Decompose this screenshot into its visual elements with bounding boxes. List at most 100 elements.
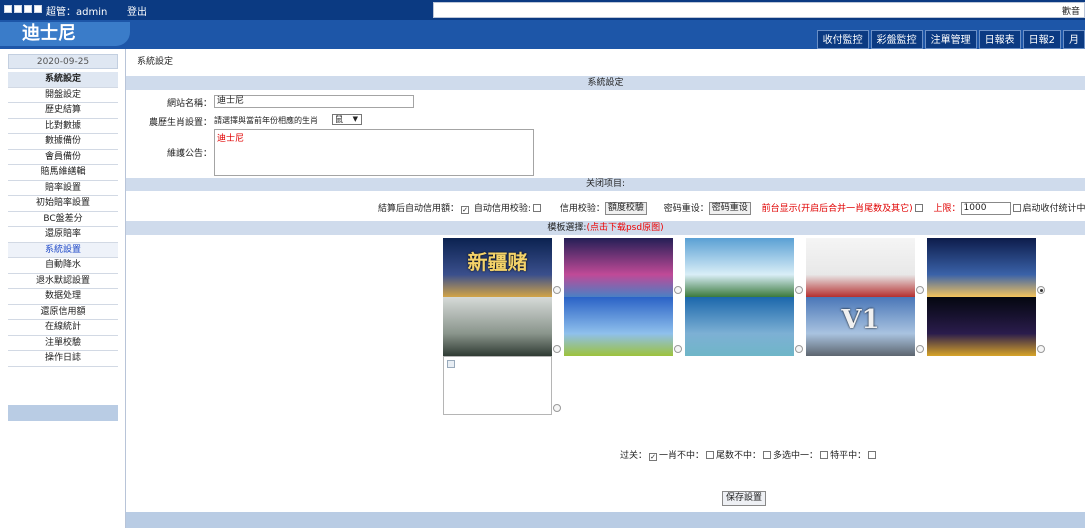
template-thumbnail[interactable] (927, 297, 1036, 356)
nav-tab[interactable]: 收付監控 (816, 30, 869, 49)
template-radio[interactable] (674, 345, 682, 353)
auto-credit-checkbox[interactable]: ✓ (461, 206, 470, 214)
notice-textarea[interactable]: 迪士尼 (214, 129, 534, 176)
guoguan-checkbox[interactable] (706, 451, 715, 459)
template-thumbnail[interactable]: 新疆赌 (443, 238, 552, 297)
template-radio[interactable] (553, 404, 561, 412)
guoguan-label: 过关： (620, 451, 648, 461)
sidebar-item[interactable]: 會員備份 (8, 150, 118, 165)
guoguan-checkbox[interactable] (868, 451, 877, 459)
guoguan-option-label: 多选中一： (773, 451, 819, 461)
sidebar-item[interactable]: 開盤設定 (8, 88, 118, 103)
guoguan-option-label: 一肖不中： (659, 451, 705, 461)
auto-credit-label: 結算后自动信用額： (378, 204, 460, 214)
zodiac-value: 鼠 (335, 115, 343, 124)
top-bar: 超管：admin 登出 歡音 (0, 0, 1085, 20)
main-content: 系統設定 系統設定 網站名稱： 迪士尼 農歷生肖設置： 請選擇與當前年份相應的生… (126, 49, 1085, 528)
template-thumbnail[interactable] (927, 238, 1036, 297)
sidebar-item[interactable]: 操作日誌 (8, 351, 118, 367)
template-thumbnail[interactable]: V1 (806, 297, 915, 356)
guoguan-option-label: 尾数不中： (716, 451, 762, 461)
window-square-icon (4, 5, 12, 13)
password-reset-label: 密码重设： (663, 204, 709, 214)
sidebar-item[interactable]: 賠率設置 (8, 181, 118, 196)
nav-tab[interactable]: 日報表 (978, 30, 1021, 49)
template-radio[interactable] (795, 345, 803, 353)
marquee-ticker: 歡音 (433, 2, 1085, 18)
template-thumbnail[interactable] (685, 238, 794, 297)
sidebar-item[interactable]: 還原賠率 (8, 227, 118, 243)
sidebar-heading: 系統設定 (8, 72, 118, 88)
guoguan-checkbox[interactable] (820, 451, 829, 459)
auto-stat-checkbox[interactable] (1012, 204, 1021, 212)
sidebar-item[interactable]: 系統設置 (8, 242, 118, 258)
sidebar-item[interactable]: 比對數據 (8, 119, 118, 134)
header: 迪士尼 收付監控 彩盤監控 注單管理 日報表 日報2 月 (0, 20, 1085, 49)
logo: 迪士尼 (0, 22, 130, 46)
sidebar-item[interactable]: 歷史結算 (8, 103, 118, 119)
guoguan-checkbox[interactable]: ✓ (649, 453, 658, 461)
password-reset-button[interactable]: 密码重设 (708, 202, 751, 215)
template-radio[interactable] (1037, 345, 1045, 353)
template-radio[interactable] (795, 286, 803, 294)
sidebar-item[interactable]: 退水默認設置 (8, 274, 118, 289)
template-radio[interactable] (916, 286, 924, 294)
window-square-icon (14, 5, 22, 13)
template-title: 模板選擇: (547, 223, 587, 233)
logout-link[interactable]: 登出 (127, 3, 147, 18)
broken-image-icon (447, 360, 455, 368)
sidebar-footer (8, 405, 118, 421)
credit-check-button[interactable]: 額度校驗 (604, 202, 647, 215)
template-thumbnail[interactable] (443, 356, 552, 415)
zodiac-hint: 請選擇與當前年份相應的生肖 (214, 116, 318, 125)
sidebar-item[interactable]: 数据处理 (8, 289, 118, 305)
sidebar-item[interactable]: 在線統計 (8, 320, 118, 336)
nav-tab[interactable]: 彩盤監控 (870, 30, 923, 49)
sidebar: 2020-09-25 系統設定 開盤設定 歷史結算 比對數據 數據備份 會員備份 賠馬維繕輯… (0, 49, 126, 528)
template-logo-text: V1 (841, 305, 880, 335)
nav-tab[interactable]: 注單管理 (924, 30, 977, 49)
template-thumbnail[interactable] (564, 238, 673, 297)
guoguan-row: 过关： ✓ 一肖不中： 尾数不中： 多选中一： 特平中： (620, 448, 878, 461)
sidebar-item[interactable]: BC盤差分 (8, 212, 118, 227)
template-radio[interactable] (674, 286, 682, 294)
template-thumbnail[interactable] (443, 297, 552, 356)
template-thumbnail[interactable] (685, 297, 794, 356)
bottom-bar (126, 512, 1085, 528)
top-nav: 收付監控 彩盤監控 注單管理 日報表 日報2 月 (816, 30, 1085, 49)
template-thumbnail[interactable] (564, 297, 673, 356)
options-row: 結算后自动信用額： ✓ 自动信用校验: 信用校验： 額度校驗 密码重设： 密码重设 前… (126, 198, 1085, 216)
sidebar-item[interactable]: 數據備份 (8, 134, 118, 150)
ticker-text: 歡音 (1061, 7, 1080, 17)
sidebar-item[interactable]: 注單校驗 (8, 336, 118, 351)
zodiac-label: 農歷生肖設置： (148, 118, 212, 128)
section-header-settings: 系統設定 (126, 76, 1085, 90)
template-radio[interactable] (553, 345, 561, 353)
site-name-input[interactable]: 迪士尼 (214, 95, 414, 108)
front-display-checkbox[interactable] (914, 204, 923, 212)
sidebar-item[interactable]: 還原信用額 (8, 305, 118, 320)
nav-tab[interactable]: 日報2 (1022, 30, 1061, 49)
limit-input[interactable]: 1000 (960, 202, 1011, 215)
auto-credit-check-checkbox[interactable] (532, 204, 541, 212)
guoguan-checkbox[interactable] (763, 451, 772, 459)
chevron-down-icon: ▼ (352, 115, 358, 123)
auto-stat-label: 启动收付统计中奖黄色标 (1022, 204, 1085, 214)
save-button[interactable]: 保存設置 (722, 491, 767, 506)
window-square-icon (24, 5, 32, 13)
template-radio[interactable] (916, 345, 924, 353)
nav-tab[interactable]: 月 (1063, 30, 1085, 49)
section-header-template: 模板選擇:(点击下载psd原图) (126, 221, 1085, 235)
breadcrumb: 系統設定 (137, 57, 174, 67)
credit-check-label: 信用校验： (559, 204, 605, 214)
template-radio[interactable] (1037, 286, 1045, 294)
sidebar-item[interactable]: 自動降水 (8, 258, 118, 274)
sidebar-menu: 系統設定 開盤設定 歷史結算 比對數據 數據備份 會員備份 賠馬維繕輯 賠率設置 初始賠率設置 B… (8, 72, 118, 367)
template-thumbnail[interactable] (806, 238, 915, 297)
template-radio[interactable] (553, 286, 561, 294)
download-psd-link[interactable]: (点击下载psd原图) (586, 223, 663, 233)
zodiac-select[interactable]: 鼠 ▼ (332, 114, 362, 125)
user-label: 超管：admin (46, 7, 108, 18)
sidebar-item[interactable]: 賠馬維繕輯 (8, 165, 118, 181)
sidebar-item[interactable]: 初始賠率設置 (8, 196, 118, 212)
